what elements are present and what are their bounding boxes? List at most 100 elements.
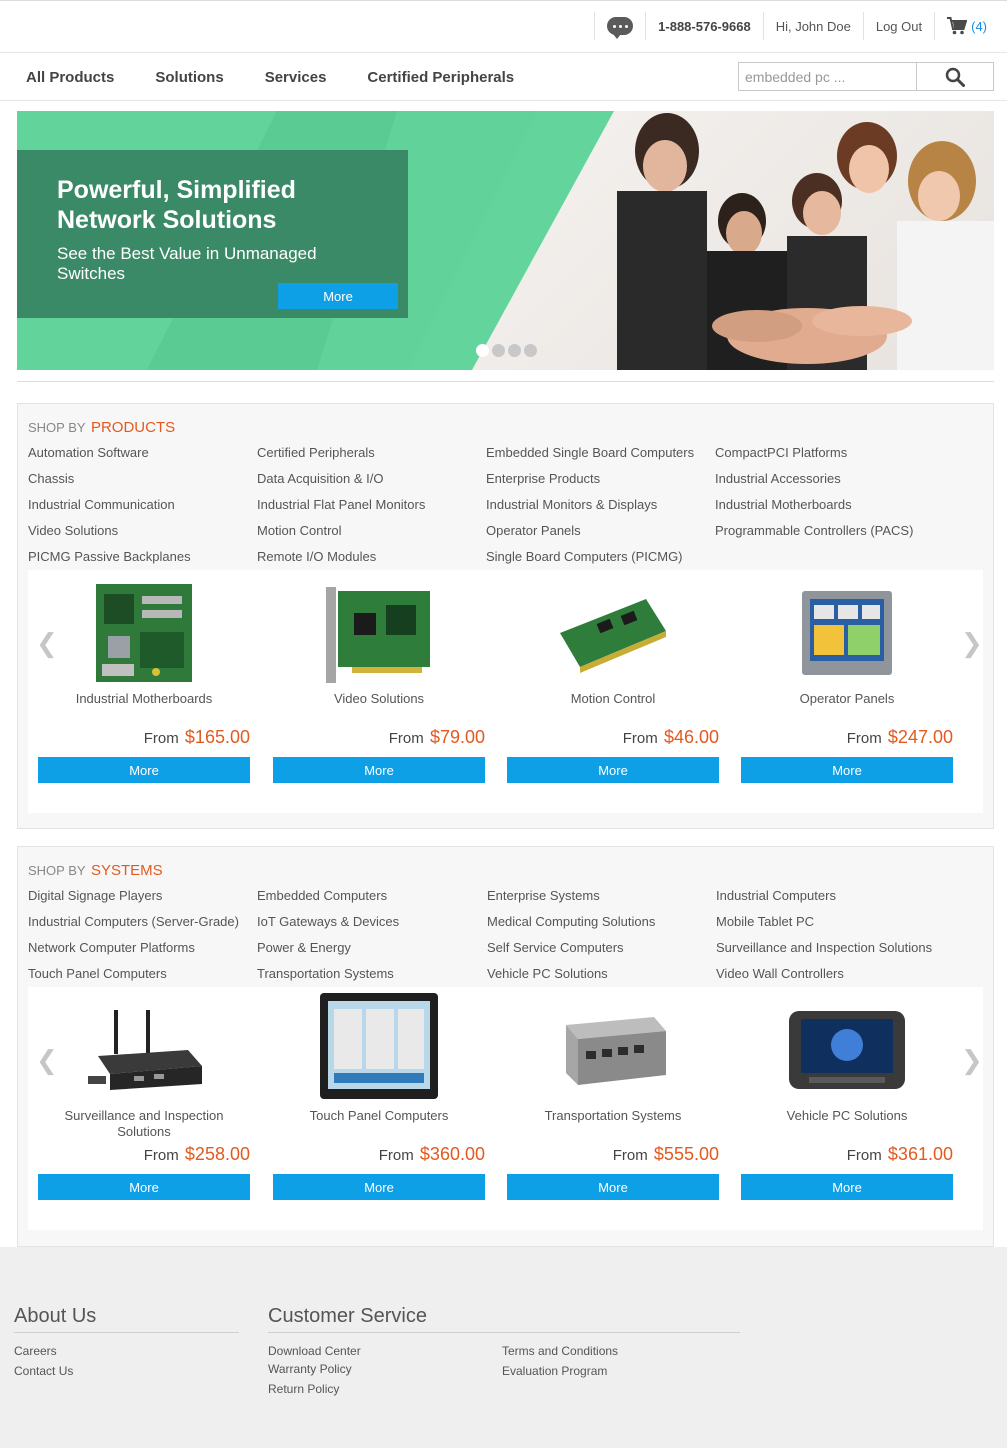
product-card: Operator Panels From $247.00 More: [741, 570, 953, 813]
category-link[interactable]: Industrial Computers (Server-Grade): [28, 914, 239, 929]
nav-services[interactable]: Services: [265, 69, 327, 86]
slide-dot[interactable]: [508, 344, 521, 357]
price-prefix: From: [846, 1147, 882, 1164]
category-link[interactable]: Surveillance and Inspection Solutions: [716, 940, 932, 955]
motherboard-icon[interactable]: [38, 578, 250, 688]
category-link[interactable]: PICMG Passive Backplanes: [28, 549, 191, 564]
cart-count: (4): [971, 18, 987, 34]
motion-card-icon[interactable]: [507, 578, 719, 688]
user-greeting[interactable]: Hi, John Doe: [762, 12, 863, 40]
category-link[interactable]: Certified Peripherals: [257, 445, 375, 460]
category-link[interactable]: Enterprise Products: [486, 471, 600, 486]
top-bar-actions: 1-888-576-9668 Hi, John Doe Log Out (4): [594, 11, 999, 41]
card-price: From $46.00: [623, 727, 719, 748]
carousel-next-arrow[interactable]: ❯: [961, 628, 983, 659]
footer-link-warranty[interactable]: Warranty Policy: [268, 1362, 352, 1376]
category-link[interactable]: Automation Software: [28, 445, 149, 460]
category-link[interactable]: Data Acquisition & I/O: [257, 471, 383, 486]
nav-solutions[interactable]: Solutions: [155, 69, 223, 86]
system-card: Vehicle PC Solutions From $361.00 More: [741, 987, 953, 1230]
video-card-icon[interactable]: [273, 578, 485, 688]
footer-link-return[interactable]: Return Policy: [268, 1382, 339, 1396]
category-link[interactable]: Industrial Computers: [716, 888, 836, 903]
card-title[interactable]: Operator Panels: [741, 691, 953, 707]
search-button[interactable]: [917, 63, 993, 90]
hero-more-button[interactable]: More: [278, 283, 398, 309]
card-more-button[interactable]: More: [273, 757, 485, 783]
carousel-next-arrow[interactable]: ❯: [961, 1045, 983, 1076]
card-title[interactable]: Transportation Systems: [507, 1108, 719, 1124]
products-heading-label: PRODUCTS: [90, 419, 176, 436]
category-link[interactable]: Industrial Communication: [28, 497, 175, 512]
category-link[interactable]: Industrial Accessories: [715, 471, 841, 486]
category-link[interactable]: Mobile Tablet PC: [716, 914, 814, 929]
category-link[interactable]: Transportation Systems: [257, 966, 394, 981]
category-link[interactable]: Power & Energy: [257, 940, 351, 955]
category-link[interactable]: Operator Panels: [486, 523, 581, 538]
card-title[interactable]: Surveillance and Inspection Solutions: [38, 1108, 250, 1140]
card-more-button[interactable]: More: [741, 757, 953, 783]
gateway-box-icon[interactable]: [38, 995, 250, 1105]
card-title[interactable]: Motion Control: [507, 691, 719, 707]
category-link[interactable]: Chassis: [28, 471, 74, 486]
slide-dot[interactable]: [492, 344, 505, 357]
category-link[interactable]: IoT Gateways & Devices: [257, 914, 399, 929]
logout-link[interactable]: Log Out: [862, 12, 934, 40]
category-link[interactable]: Embedded Single Board Computers: [486, 445, 694, 460]
cart-button[interactable]: (4): [934, 12, 999, 40]
card-more-button[interactable]: More: [507, 757, 719, 783]
category-link[interactable]: Remote I/O Modules: [257, 549, 376, 564]
card-title[interactable]: Video Solutions: [273, 691, 485, 707]
category-link[interactable]: Industrial Monitors & Displays: [486, 497, 657, 512]
category-link[interactable]: Self Service Computers: [487, 940, 624, 955]
slide-dot[interactable]: [476, 344, 489, 357]
category-link[interactable]: Digital Signage Players: [28, 888, 162, 903]
card-more-button[interactable]: More: [38, 1174, 250, 1200]
footer-link-careers[interactable]: Careers: [14, 1344, 57, 1358]
fanless-box-icon[interactable]: [507, 995, 719, 1105]
slide-dot[interactable]: [524, 344, 537, 357]
card-title[interactable]: Touch Panel Computers: [273, 1108, 485, 1124]
price-prefix: From: [846, 730, 882, 747]
category-link[interactable]: CompactPCI Platforms: [715, 445, 847, 460]
card-more-button[interactable]: More: [273, 1174, 485, 1200]
chat-icon: [607, 17, 634, 39]
system-card: Transportation Systems From $555.00 More: [507, 987, 719, 1230]
category-link[interactable]: Industrial Flat Panel Monitors: [257, 497, 425, 512]
card-more-button[interactable]: More: [507, 1174, 719, 1200]
chat-button[interactable]: [594, 12, 645, 40]
card-more-button[interactable]: More: [38, 757, 250, 783]
footer-link-contact[interactable]: Contact Us: [14, 1364, 73, 1378]
category-link[interactable]: Single Board Computers (PICMG): [486, 549, 683, 564]
footer-link-download[interactable]: Download Center: [268, 1344, 361, 1358]
nav-certified-peripherals[interactable]: Certified Peripherals: [367, 69, 514, 86]
card-more-button[interactable]: More: [741, 1174, 953, 1200]
operator-panel-icon[interactable]: [741, 578, 953, 688]
category-link[interactable]: Video Wall Controllers: [716, 966, 844, 981]
vehicle-pc-icon[interactable]: [741, 995, 953, 1105]
category-link[interactable]: Vehicle PC Solutions: [487, 966, 608, 981]
main-nav: All Products Solutions Services Certifie…: [0, 53, 1007, 101]
footer-link-terms[interactable]: Terms and Conditions: [502, 1344, 618, 1358]
category-link[interactable]: Enterprise Systems: [487, 888, 600, 903]
search-input[interactable]: [739, 63, 917, 90]
category-link[interactable]: Touch Panel Computers: [28, 966, 167, 981]
card-title[interactable]: Industrial Motherboards: [38, 691, 250, 707]
category-link[interactable]: Embedded Computers: [257, 888, 387, 903]
product-card: Video Solutions From $79.00 More: [273, 570, 485, 813]
touch-panel-icon[interactable]: [273, 991, 485, 1101]
card-title[interactable]: Vehicle PC Solutions: [741, 1108, 953, 1124]
category-link[interactable]: Medical Computing Solutions: [487, 914, 655, 929]
price-amount: $258.00: [184, 1144, 250, 1164]
footer-about-title: About Us: [14, 1305, 239, 1333]
systems-carousel: ❮ ❯ Surveillance and Inspection Solution…: [28, 987, 983, 1230]
hero-subtitle: See the Best Value in Unmanaged Switches: [57, 244, 317, 283]
phone-number[interactable]: 1-888-576-9668: [645, 12, 763, 40]
category-link[interactable]: Industrial Motherboards: [715, 497, 852, 512]
category-link[interactable]: Motion Control: [257, 523, 342, 538]
category-link[interactable]: Video Solutions: [28, 523, 118, 538]
category-link[interactable]: Programmable Controllers (PACS): [715, 523, 913, 538]
nav-all-products[interactable]: All Products: [26, 69, 114, 86]
category-link[interactable]: Network Computer Platforms: [28, 940, 195, 955]
footer-link-evaluation[interactable]: Evaluation Program: [502, 1364, 607, 1378]
